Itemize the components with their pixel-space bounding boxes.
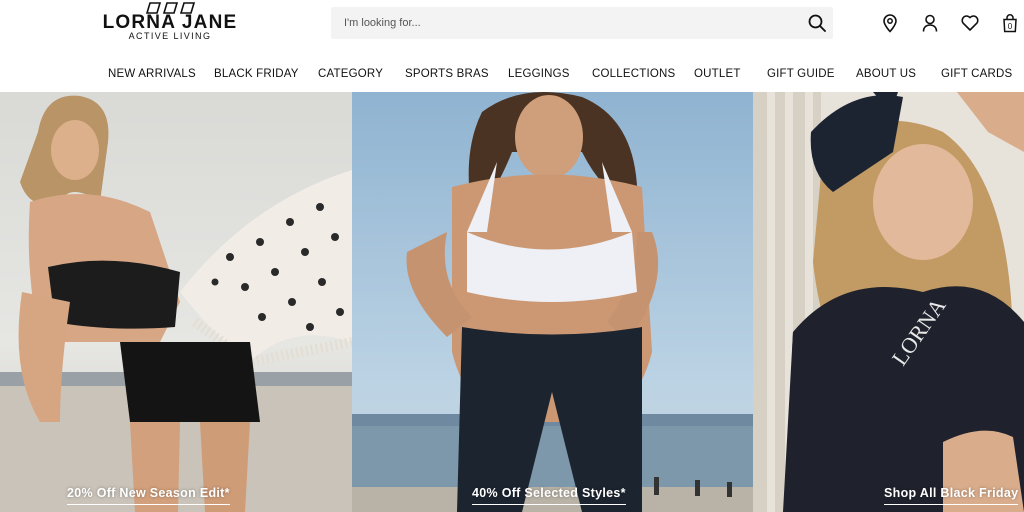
nav-item-category[interactable]: CATEGORY bbox=[318, 67, 383, 81]
hero-caption-black-friday[interactable]: Shop All Black Friday bbox=[884, 486, 1019, 505]
site-header: LORNA JANE ACTIVE LIVING 0 bbox=[0, 0, 1024, 48]
cart-count: 0 bbox=[1008, 22, 1013, 31]
nav-item-gift-cards[interactable]: GIFT CARDS bbox=[941, 67, 1012, 81]
hero-panel-selected-styles[interactable]: 40% Off Selected Styles* bbox=[352, 92, 753, 512]
search-input[interactable] bbox=[331, 7, 801, 39]
location-pin-icon[interactable] bbox=[880, 13, 900, 33]
brand-logo[interactable]: LORNA JANE ACTIVE LIVING bbox=[94, 2, 246, 42]
hero-image-new-season bbox=[0, 92, 352, 512]
hero-caption-selected-styles[interactable]: 40% Off Selected Styles* bbox=[472, 486, 626, 505]
hero-caption-new-season[interactable]: 20% Off New Season Edit* bbox=[67, 486, 230, 505]
main-nav: NEW ARRIVALS BLACK FRIDAY CATEGORY SPORT… bbox=[0, 60, 1024, 88]
bag-icon[interactable]: 0 bbox=[1000, 13, 1020, 33]
search-icon[interactable] bbox=[807, 13, 827, 33]
hero-image-black-friday: LORNA bbox=[753, 92, 1024, 512]
brand-tagline: ACTIVE LIVING bbox=[128, 31, 212, 41]
hero-image-selected-styles bbox=[352, 92, 753, 512]
hero-panel-black-friday[interactable]: LORNA Shop All Black Friday bbox=[753, 92, 1024, 512]
nav-item-about-us[interactable]: ABOUT US bbox=[856, 67, 916, 81]
nav-item-outlet[interactable]: OUTLET bbox=[694, 67, 741, 81]
hero-panel-new-season[interactable]: 20% Off New Season Edit* bbox=[0, 92, 352, 512]
nav-item-sports-bras[interactable]: SPORTS BRAS bbox=[405, 67, 489, 81]
nav-item-new-arrivals[interactable]: NEW ARRIVALS bbox=[108, 67, 196, 81]
nav-item-leggings[interactable]: LEGGINGS bbox=[508, 67, 570, 81]
nav-item-black-friday[interactable]: BLACK FRIDAY bbox=[214, 67, 299, 81]
hero-banner: 20% Off New Season Edit* 40% Off Selecte… bbox=[0, 92, 1024, 512]
brand-name: LORNA JANE bbox=[102, 12, 238, 33]
search-bar bbox=[331, 7, 833, 39]
heart-icon[interactable] bbox=[960, 13, 980, 33]
nav-item-collections[interactable]: COLLECTIONS bbox=[592, 67, 675, 81]
account-icon[interactable] bbox=[920, 13, 940, 33]
nav-item-gift-guide[interactable]: GIFT GUIDE bbox=[767, 67, 835, 81]
